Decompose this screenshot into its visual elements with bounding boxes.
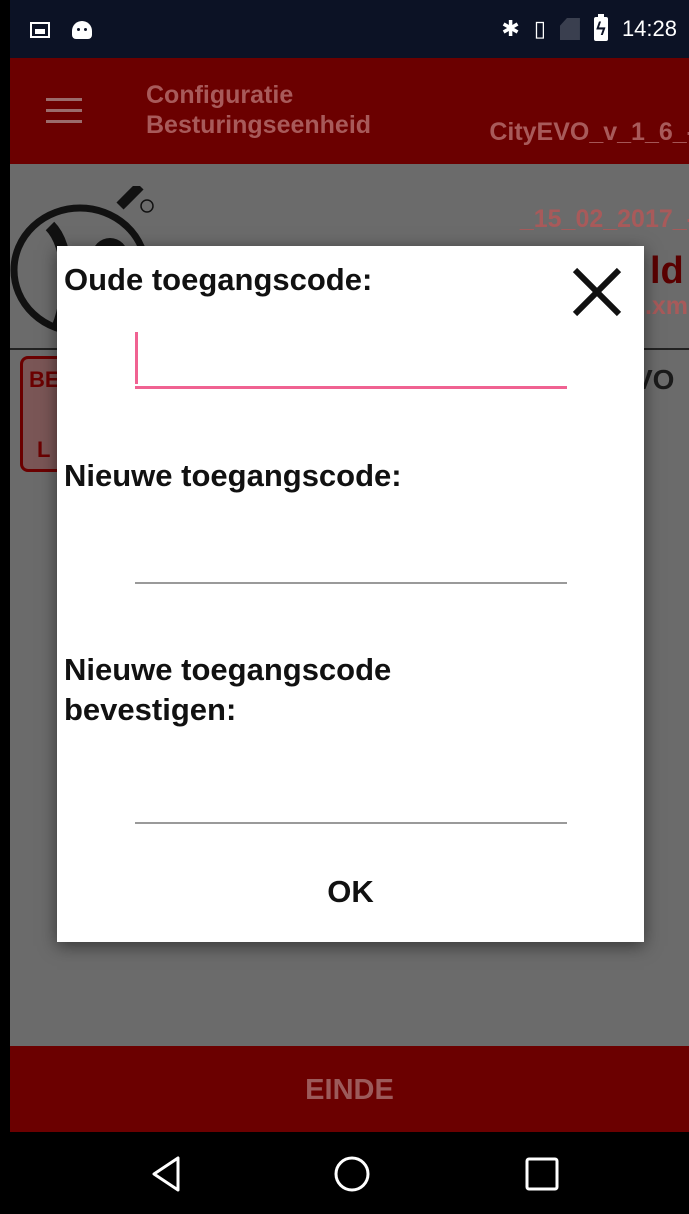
vibrate-icon: ▯ (533, 16, 546, 41)
confirm-code-label: Nieuwe toegangscode bevestigen: (64, 650, 391, 730)
app-title: Configuratie Besturingseenheid (146, 80, 371, 140)
navigation-bar (10, 1132, 689, 1214)
app-bar: Configuratie Besturingseenheid CityEVO_v… (10, 58, 689, 320)
new-code-label: Nieuwe toegangscode: (64, 458, 402, 493)
ok-button[interactable]: OK (57, 861, 644, 921)
text-cursor (135, 332, 138, 384)
battery-charging-icon (593, 14, 608, 41)
old-code-label: Oude toegangscode: (64, 262, 373, 297)
recents-icon[interactable] (522, 1154, 562, 1194)
home-icon[interactable] (332, 1154, 372, 1194)
image-icon (30, 22, 50, 38)
screen: ✱ ▯ 14:28 Configuratie Besturingseenheid… (10, 0, 689, 1214)
bottom-bar: EINDE (10, 1046, 689, 1132)
background-box-text2: L (37, 437, 51, 462)
app-title-line1: Configuratie (146, 81, 294, 109)
background-title: ld (650, 250, 684, 292)
close-icon[interactable] (567, 262, 627, 322)
file-name-line1: CityEVO_v_1_6_- (489, 118, 689, 146)
confirm-code-label-line1: Nieuwe toegangscode (64, 652, 392, 687)
background-box-text1: BE (29, 367, 60, 392)
new-code-input[interactable] (135, 530, 567, 584)
file-name-line2: _15_02_2017_- (519, 205, 689, 233)
back-icon[interactable] (148, 1154, 188, 1194)
bluetooth-icon: ✱ (501, 16, 520, 41)
app-title-line2: Besturingseenheid (146, 111, 372, 139)
einde-button[interactable]: EINDE (10, 1046, 689, 1132)
status-bar: ✱ ▯ 14:28 (10, 0, 689, 58)
status-time: 14:28 (621, 16, 677, 41)
no-sim-icon (559, 18, 580, 40)
old-code-input[interactable] (135, 334, 567, 389)
confirm-code-label-line2: bevestigen: (64, 692, 237, 727)
confirm-code-input[interactable] (135, 770, 567, 824)
change-access-code-dialog: Oude toegangscode: Nieuwe toegangscode: … (57, 246, 644, 942)
menu-icon[interactable] (46, 98, 82, 124)
android-icon (72, 21, 92, 39)
